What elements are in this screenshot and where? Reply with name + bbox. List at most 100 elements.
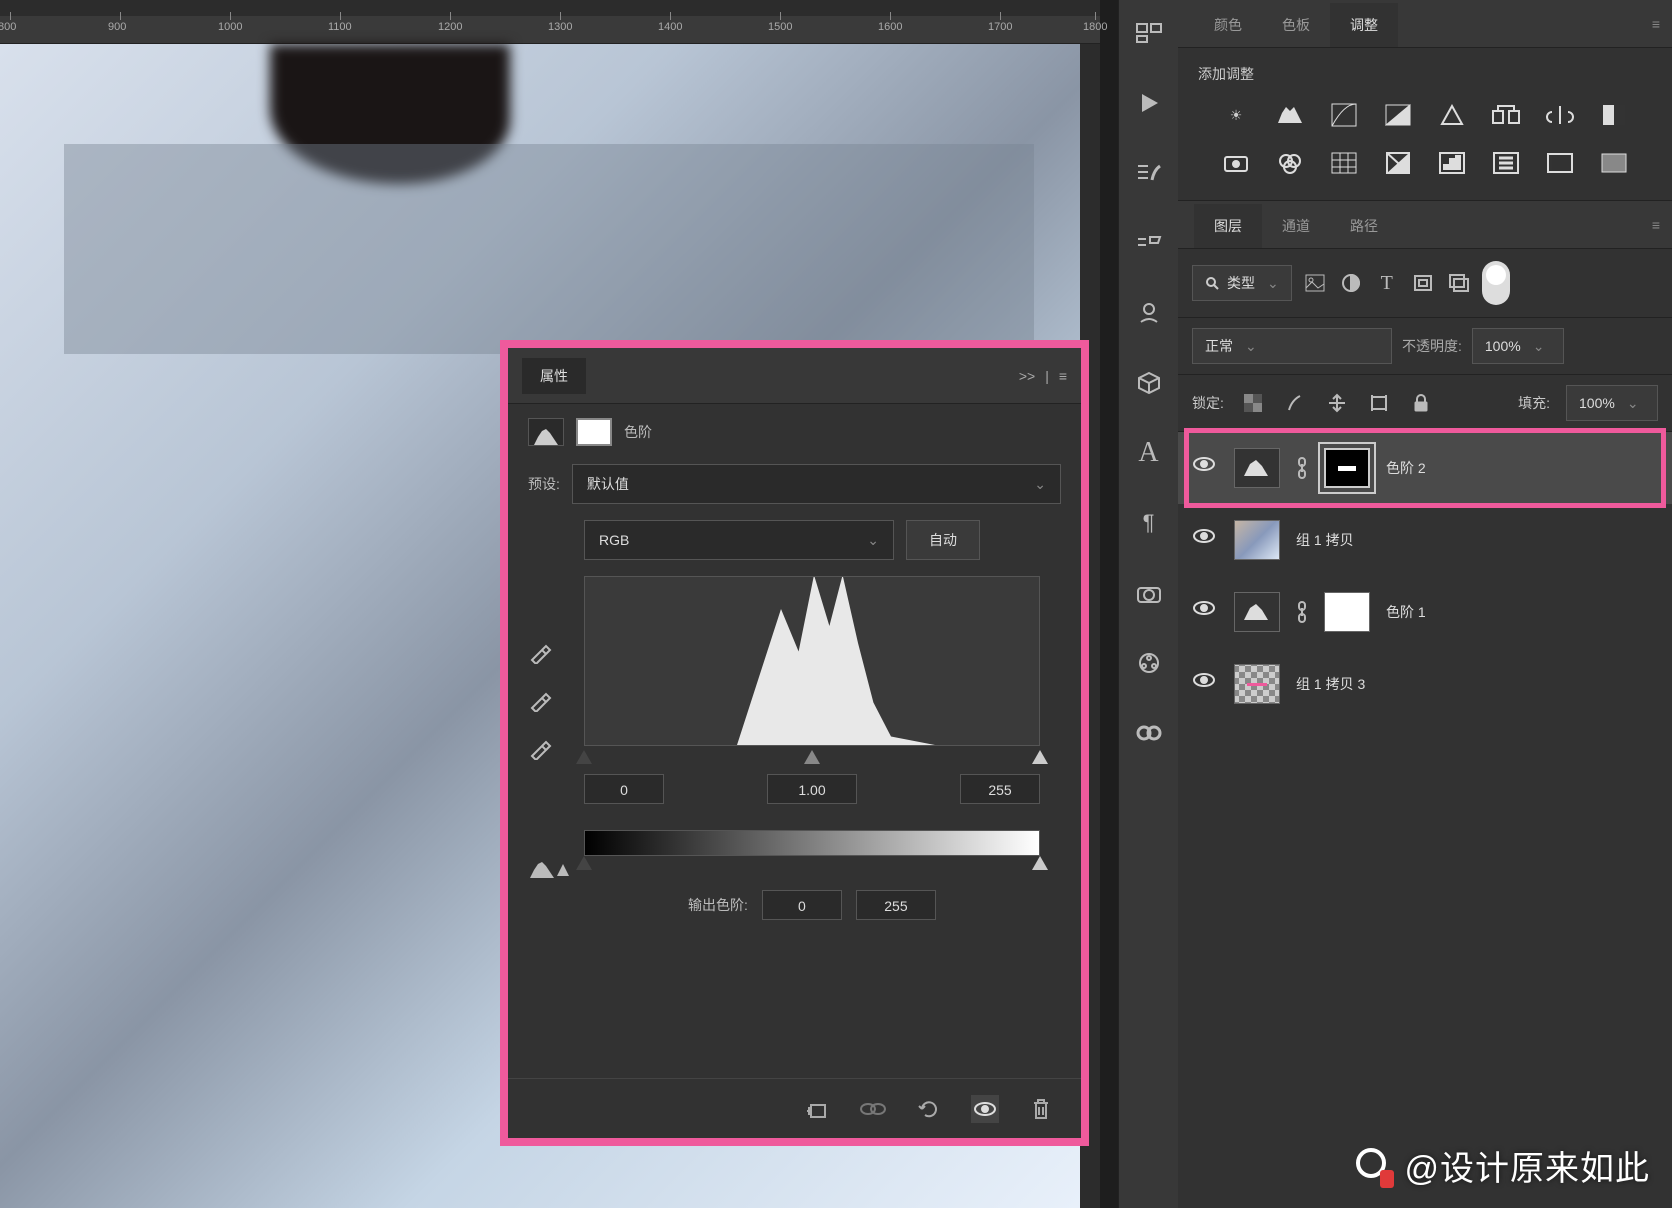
selective-color-icon[interactable] [1598, 148, 1630, 178]
adjustment-thumb[interactable] [1234, 592, 1280, 632]
filter-shape-icon[interactable] [1410, 270, 1436, 296]
histogram-panel-icon[interactable] [1132, 16, 1166, 50]
filter-smart-icon[interactable] [1446, 270, 1472, 296]
eyedropper-gray-icon[interactable] [528, 688, 554, 714]
white-point-handle[interactable] [1032, 750, 1048, 764]
invert-icon[interactable] [1382, 148, 1414, 178]
output-black-field[interactable]: 0 [762, 890, 842, 920]
levels-icon[interactable] [1274, 100, 1306, 130]
layer-row[interactable]: 组 1 拷贝 [1178, 504, 1672, 576]
hue-sat-icon[interactable] [1490, 100, 1522, 130]
layer-thumb[interactable] [1234, 664, 1280, 704]
layer-row[interactable]: 色阶 1 [1178, 576, 1672, 648]
adjustment-thumb[interactable] [1234, 448, 1280, 488]
threshold-icon[interactable] [1490, 148, 1522, 178]
visibility-icon[interactable] [1192, 671, 1218, 697]
lock-all-icon[interactable] [1408, 390, 1434, 416]
view-previous-icon[interactable] [859, 1095, 887, 1123]
input-black-field[interactable]: 0 [584, 774, 664, 804]
toggle-visibility-icon[interactable] [971, 1095, 999, 1123]
panel-menu-icon[interactable]: ≡ [1652, 217, 1660, 233]
adjustments-tabs: 颜色 色板 调整 ≡ [1178, 0, 1672, 48]
lock-artboard-icon[interactable] [1366, 390, 1392, 416]
actions-play-icon[interactable] [1132, 86, 1166, 120]
layer-thumb[interactable] [1234, 520, 1280, 560]
gradient-map-icon[interactable] [1544, 148, 1576, 178]
layer-mask-thumb[interactable] [1324, 448, 1370, 488]
channel-select[interactable]: RGB⌄ [584, 520, 894, 560]
layer-name[interactable]: 组 1 拷贝 [1296, 530, 1354, 550]
lock-trans-icon[interactable] [1240, 390, 1266, 416]
output-slider[interactable] [584, 856, 1040, 874]
cc-icon[interactable] [1132, 716, 1166, 750]
3d-panel-icon[interactable] [1132, 366, 1166, 400]
clone-source-icon[interactable] [1132, 226, 1166, 260]
input-white-field[interactable]: 255 [960, 774, 1040, 804]
collapse-icon[interactable]: >> [1019, 368, 1035, 384]
properties-tab[interactable]: 属性 [522, 358, 586, 394]
clip-warning-icon[interactable] [528, 860, 570, 880]
output-white-handle[interactable] [1032, 856, 1048, 870]
color-balance-icon[interactable] [1544, 100, 1576, 130]
filter-toggle[interactable] [1482, 261, 1510, 305]
lock-position-icon[interactable] [1324, 390, 1350, 416]
clip-to-layer-icon[interactable] [803, 1095, 831, 1123]
filter-pixel-icon[interactable] [1302, 270, 1328, 296]
auto-button[interactable]: 自动 [906, 520, 980, 560]
input-gamma-field[interactable]: 1.00 [767, 774, 857, 804]
input-slider[interactable] [584, 750, 1040, 768]
layer-name[interactable]: 组 1 拷贝 3 [1296, 674, 1365, 694]
visibility-icon[interactable] [1192, 599, 1218, 625]
tab-channels[interactable]: 通道 [1262, 204, 1330, 248]
eyedropper-black-icon[interactable] [528, 640, 554, 666]
filter-adjust-icon[interactable] [1338, 270, 1364, 296]
layer-row[interactable]: 组 1 拷贝 3 [1178, 648, 1672, 720]
fill-field[interactable]: 100%⌄ [1566, 385, 1658, 421]
camera-raw-icon[interactable] [1132, 576, 1166, 610]
tab-layers[interactable]: 图层 [1194, 204, 1262, 248]
character-panel-icon[interactable] [1132, 296, 1166, 330]
brightness-icon[interactable]: ☀ [1220, 100, 1252, 130]
black-point-handle[interactable] [576, 750, 592, 764]
blend-mode-select[interactable]: 正常⌄ [1192, 328, 1392, 364]
tab-swatches[interactable]: 色板 [1262, 3, 1330, 47]
libraries-icon[interactable] [1132, 646, 1166, 680]
layer-name[interactable]: 色阶 1 [1386, 602, 1426, 622]
photo-filter-icon[interactable] [1220, 148, 1252, 178]
output-white-field[interactable]: 255 [856, 890, 936, 920]
tab-color[interactable]: 颜色 [1194, 3, 1262, 47]
layer-mask-thumb[interactable] [1324, 592, 1370, 632]
selection-rect[interactable] [64, 144, 1034, 354]
lock-pixels-icon[interactable] [1282, 390, 1308, 416]
panel-menu-icon[interactable]: ≡ [1652, 16, 1660, 32]
visibility-icon[interactable] [1192, 527, 1218, 553]
visibility-icon[interactable] [1192, 455, 1218, 481]
eyedropper-white-icon[interactable] [528, 736, 554, 762]
panel-menu-icon[interactable]: ≡ [1059, 368, 1067, 384]
mask-thumb-icon[interactable] [576, 418, 612, 446]
type-panel-icon[interactable]: A [1132, 436, 1166, 470]
posterize-icon[interactable] [1436, 148, 1468, 178]
channel-mixer-icon[interactable] [1274, 148, 1306, 178]
color-lookup-icon[interactable] [1328, 148, 1360, 178]
link-mask-icon[interactable] [1296, 457, 1308, 479]
layer-name[interactable]: 色阶 2 [1386, 458, 1426, 478]
output-black-handle[interactable] [576, 856, 592, 870]
link-mask-icon[interactable] [1296, 601, 1308, 623]
gamma-handle[interactable] [804, 750, 820, 764]
reset-icon[interactable] [915, 1095, 943, 1123]
paragraph-panel-icon[interactable]: ¶ [1132, 506, 1166, 540]
curves-icon[interactable] [1328, 100, 1360, 130]
opacity-field[interactable]: 100%⌄ [1472, 328, 1564, 364]
brush-presets-icon[interactable] [1132, 156, 1166, 190]
preset-select[interactable]: 默认值⌄ [572, 464, 1061, 504]
layer-row[interactable]: 色阶 2 [1178, 432, 1672, 504]
layer-filter-kind[interactable]: 类型⌄ [1192, 265, 1292, 301]
black-white-icon[interactable] [1598, 100, 1630, 130]
tab-adjustments[interactable]: 调整 [1330, 3, 1398, 47]
tab-paths[interactable]: 路径 [1330, 204, 1398, 248]
delete-icon[interactable] [1027, 1095, 1055, 1123]
exposure-icon[interactable] [1382, 100, 1414, 130]
filter-type-icon[interactable]: T [1374, 270, 1400, 296]
vibrance-icon[interactable] [1436, 100, 1468, 130]
